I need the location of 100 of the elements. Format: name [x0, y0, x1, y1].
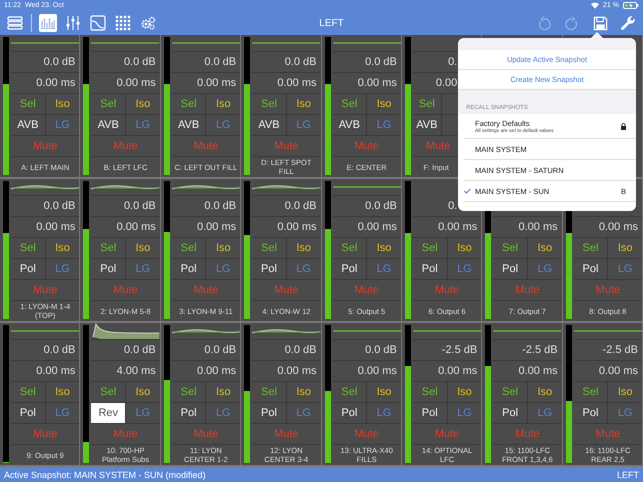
- gain-value[interactable]: 0.0 dB: [365, 56, 397, 68]
- gain-value[interactable]: 0.0 dB: [44, 200, 76, 212]
- delay-value[interactable]: 0.00 ms: [277, 221, 316, 233]
- gain-value[interactable]: 0.: [448, 56, 458, 68]
- delay-value[interactable]: 0.00 ms: [438, 365, 478, 377]
- delay-value[interactable]: 0.00 ms: [196, 365, 236, 377]
- isolate-button[interactable]: Iso: [286, 238, 320, 258]
- select-button[interactable]: Sel: [172, 238, 206, 258]
- delay-value[interactable]: 0.00 ms: [36, 221, 76, 233]
- gain-value[interactable]: -2.5 dB: [442, 344, 478, 356]
- gain-value[interactable]: 0.0 dB: [124, 56, 156, 68]
- polarity-button[interactable]: AVB: [332, 115, 366, 135]
- polarity-button[interactable]: Pol: [574, 259, 608, 279]
- delay-value[interactable]: 0.00 ms: [116, 221, 156, 233]
- gain-value[interactable]: 0.: [448, 200, 458, 212]
- select-button[interactable]: Sel: [412, 94, 441, 114]
- select-button[interactable]: Sel: [332, 382, 366, 402]
- polarity-button[interactable]: Pol: [332, 403, 366, 423]
- isolate-button[interactable]: Iso: [205, 238, 240, 258]
- polarity-button[interactable]: AVB: [412, 115, 441, 135]
- select-button[interactable]: Sel: [252, 382, 286, 402]
- polarity-button[interactable]: Pol: [493, 259, 527, 279]
- delay-value[interactable]: 0.00 ms: [518, 221, 558, 233]
- gain-value[interactable]: 0.0 dB: [44, 344, 76, 356]
- gain-value[interactable]: 0.0 dB: [204, 56, 236, 68]
- delay-value[interactable]: 0.00 ms: [438, 221, 478, 233]
- select-button[interactable]: Sel: [332, 238, 366, 258]
- gain-value[interactable]: 0.0 dB: [204, 344, 236, 356]
- isolate-button[interactable]: Iso: [286, 94, 320, 114]
- view-tab[interactable]: [139, 14, 157, 32]
- delay-value[interactable]: 0.00 ms: [598, 365, 638, 377]
- polarity-button[interactable]: Pol: [252, 403, 286, 423]
- isolate-button[interactable]: Iso: [446, 382, 482, 402]
- delay-value[interactable]: 0.00 ms: [277, 77, 316, 89]
- delay-value[interactable]: 0.00 ms: [36, 77, 76, 89]
- isolate-button[interactable]: Iso: [205, 94, 240, 114]
- view-tab[interactable]: [39, 14, 57, 32]
- isolate-button[interactable]: Iso: [526, 382, 562, 402]
- polarity-button[interactable]: Pol: [412, 259, 447, 279]
- select-button[interactable]: Sel: [91, 238, 126, 258]
- polarity-button[interactable]: Pol: [172, 403, 206, 423]
- isolate-button[interactable]: Iso: [366, 382, 401, 402]
- select-button[interactable]: Sel: [91, 382, 126, 402]
- polarity-button[interactable]: Rev: [91, 403, 126, 423]
- delay-value[interactable]: 0.00 ms: [598, 221, 638, 233]
- isolate-button[interactable]: Iso: [366, 238, 401, 258]
- select-button[interactable]: Sel: [493, 238, 527, 258]
- gain-value[interactable]: 0.0 dB: [284, 200, 316, 212]
- polarity-button[interactable]: Pol: [91, 259, 126, 279]
- delay-value[interactable]: 0.00: [436, 77, 458, 89]
- delay-value[interactable]: 4.00 ms: [116, 365, 156, 377]
- isolate-button[interactable]: Iso: [125, 238, 160, 258]
- delay-value[interactable]: 0.00 ms: [277, 365, 316, 377]
- isolate-button[interactable]: Iso: [366, 94, 401, 114]
- select-button[interactable]: Sel: [91, 94, 126, 114]
- isolate-button[interactable]: Iso: [44, 382, 80, 402]
- gain-value[interactable]: 0.0 dB: [365, 200, 397, 212]
- select-button[interactable]: Sel: [172, 94, 206, 114]
- select-button[interactable]: Sel: [252, 238, 286, 258]
- gain-value[interactable]: 0.0 dB: [204, 200, 236, 212]
- gain-value[interactable]: 0.0 dB: [124, 200, 156, 212]
- gain-value[interactable]: -2.5 dB: [602, 344, 638, 356]
- polarity-button[interactable]: AVB: [91, 115, 126, 135]
- polarity-button[interactable]: AVB: [252, 115, 286, 135]
- select-button[interactable]: Sel: [252, 94, 286, 114]
- polarity-button[interactable]: Pol: [11, 259, 45, 279]
- delay-value[interactable]: 0.00 ms: [196, 221, 236, 233]
- polarity-button[interactable]: Pol: [412, 403, 447, 423]
- delay-value[interactable]: 0.00 ms: [358, 365, 397, 377]
- gain-value[interactable]: 0.0 dB: [44, 56, 76, 68]
- delay-value[interactable]: 0.00 ms: [358, 77, 397, 89]
- gain-value[interactable]: 0.0 dB: [124, 344, 156, 356]
- wrench-button[interactable]: [619, 14, 637, 32]
- view-tab[interactable]: [64, 14, 82, 32]
- select-button[interactable]: Sel: [412, 238, 447, 258]
- delay-value[interactable]: 0.00 ms: [196, 77, 236, 89]
- polarity-button[interactable]: Pol: [493, 403, 527, 423]
- select-button[interactable]: Sel: [332, 94, 366, 114]
- isolate-button[interactable]: Iso: [607, 382, 642, 402]
- view-tab[interactable]: [114, 14, 132, 32]
- select-button[interactable]: Sel: [172, 382, 206, 402]
- polarity-button[interactable]: Pol: [332, 259, 366, 279]
- isolate-button[interactable]: Iso: [446, 238, 482, 258]
- select-button[interactable]: Sel: [412, 382, 447, 402]
- polarity-button[interactable]: Pol: [172, 259, 206, 279]
- isolate-button[interactable]: Iso: [205, 382, 240, 402]
- isolate-button[interactable]: Iso: [125, 382, 160, 402]
- view-tab[interactable]: [89, 14, 107, 32]
- delay-value[interactable]: 0.00 ms: [36, 365, 76, 377]
- isolate-button[interactable]: Iso: [286, 382, 320, 402]
- select-button[interactable]: Sel: [574, 382, 608, 402]
- view-tab[interactable]: [6, 14, 24, 32]
- isolate-button[interactable]: Iso: [44, 238, 80, 258]
- save-button[interactable]: [591, 14, 609, 32]
- select-button[interactable]: Sel: [574, 238, 608, 258]
- polarity-button[interactable]: AVB: [11, 115, 45, 135]
- isolate-button[interactable]: Iso: [526, 238, 562, 258]
- isolate-button[interactable]: Iso: [44, 94, 80, 114]
- isolate-button[interactable]: Iso: [125, 94, 160, 114]
- polarity-button[interactable]: Pol: [252, 259, 286, 279]
